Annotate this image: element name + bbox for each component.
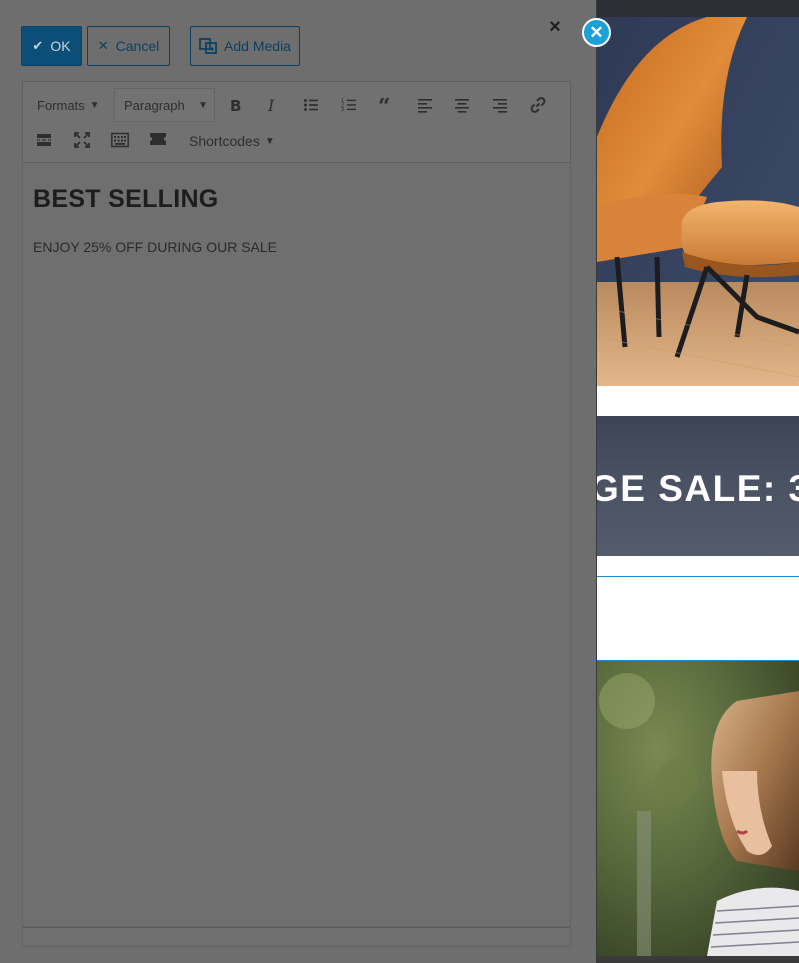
ticket-icon[interactable] (146, 127, 170, 151)
cancel-label: Cancel (115, 38, 160, 54)
editor-statusbar (22, 927, 571, 947)
close-icon: ✕ (589, 23, 604, 42)
sale-banner-text: GE SALE: 3 (597, 468, 799, 509)
shortcodes-dropdown[interactable]: Shortcodes ▼ (189, 132, 275, 150)
panel-close-icon[interactable]: × (546, 16, 564, 38)
editor-toolbar: Formats ▼ Paragraph ▼ B I 1 2 3 “ Shortc… (22, 81, 571, 163)
align-right-icon[interactable] (488, 93, 512, 117)
chair-image (597, 17, 799, 386)
page-preview: GE SALE: 3 (597, 0, 799, 963)
fullscreen-icon[interactable] (70, 128, 94, 152)
editor-content-area[interactable]: BEST SELLING ENJOY 25% OFF DURING OUR SA… (22, 163, 571, 927)
media-icon (199, 38, 217, 54)
editor-panel: ✔ OK ✕ Cancel Add Media × Formats ▼ Para… (0, 0, 597, 963)
block-format-value: Paragraph (124, 97, 185, 113)
svg-text:“: “ (378, 98, 391, 112)
preview-top-bar (597, 0, 799, 17)
sale-banner: GE SALE: 3 (597, 416, 799, 556)
svg-text:3: 3 (341, 107, 344, 113)
link-icon[interactable] (526, 93, 550, 117)
cancel-button[interactable]: ✕ Cancel (87, 26, 170, 66)
numbered-list-icon[interactable]: 1 2 3 (337, 93, 361, 117)
content-heading: BEST SELLING (33, 185, 219, 213)
woman-image (597, 661, 799, 956)
add-media-button[interactable]: Add Media (190, 26, 300, 66)
caret-down-icon: ▼ (89, 99, 100, 111)
divider-line (597, 576, 799, 577)
svg-text:B: B (230, 97, 241, 113)
add-media-label: Add Media (224, 38, 291, 54)
blockquote-icon[interactable]: “ (375, 93, 399, 117)
close-panel-button[interactable]: ✕ (582, 18, 611, 47)
align-left-icon[interactable] (413, 93, 437, 117)
close-icon: ✕ (97, 38, 109, 53)
align-center-icon[interactable] (450, 93, 474, 117)
keyboard-icon[interactable] (108, 128, 132, 152)
ok-label: OK (50, 38, 71, 54)
caret-down-icon: ▼ (198, 99, 208, 111)
bold-icon[interactable]: B (223, 93, 247, 117)
ok-button[interactable]: ✔ OK (21, 26, 82, 66)
shortcodes-label: Shortcodes (189, 133, 260, 149)
bullet-list-icon[interactable] (299, 93, 323, 117)
caret-down-icon: ▼ (264, 135, 275, 147)
italic-icon[interactable]: I (260, 93, 284, 117)
svg-text:I: I (267, 97, 275, 113)
check-icon: ✔ (32, 38, 44, 53)
read-more-icon[interactable] (32, 128, 56, 152)
preview-bottom-bar (597, 956, 799, 963)
formats-label: Formats (37, 97, 85, 113)
formats-dropdown[interactable]: Formats ▼ (37, 96, 100, 114)
content-paragraph: ENJOY 25% OFF DURING OUR SALE (33, 239, 278, 255)
block-format-select[interactable]: Paragraph ▼ (114, 88, 215, 122)
